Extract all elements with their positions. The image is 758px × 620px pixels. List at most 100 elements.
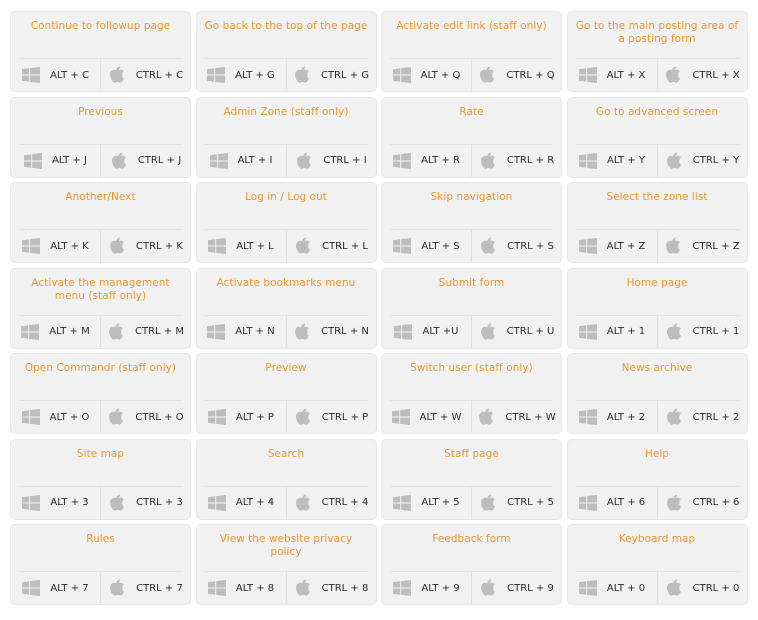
mac-shortcut: CTRL + P (285, 401, 376, 433)
shortcut-title: Feedback form (432, 533, 511, 545)
shortcut-card: Previous ALT + J CTRL + J (10, 96, 191, 178)
shortcut-card: Switch user (staff only) ALT + W CTRL + … (381, 353, 562, 434)
windows-icon (22, 494, 41, 512)
windows-key-combo: ALT + L (236, 240, 274, 252)
mac-key-combo: CTRL + P (321, 411, 369, 423)
windows-key-combo: ALT + 7 (50, 582, 89, 594)
windows-shortcut: ALT + 3 (11, 487, 100, 519)
apple-icon (108, 66, 126, 84)
windows-icon (207, 579, 226, 597)
windows-shortcut: ALT + 5 (382, 487, 471, 519)
windows-shortcut: ALT + N (197, 316, 286, 348)
mac-shortcut: CTRL + O (100, 401, 190, 433)
mac-key-combo: CTRL + 2 (692, 411, 740, 423)
mac-key-combo: CTRL + N (321, 326, 369, 337)
mac-shortcut: CTRL + M (100, 315, 190, 348)
windows-icon (21, 408, 40, 426)
mac-key-combo: CTRL + C (135, 69, 184, 81)
apple-icon (108, 237, 126, 255)
shortcut-keys: ALT + Z CTRL + Z (568, 230, 747, 262)
shortcut-keys: ALT + C CTRL + C (11, 59, 190, 91)
windows-shortcut: ALT + Q (382, 59, 471, 91)
apple-icon (479, 151, 497, 170)
apple-icon (665, 151, 683, 170)
shortcut-keys: ALT + M CTRL + M (11, 315, 190, 348)
shortcut-card: Activate the management menu (staff only… (10, 267, 191, 349)
apple-icon (294, 493, 312, 512)
mac-shortcut: CTRL + Q (471, 59, 561, 91)
windows-key-combo: ALT + 3 (50, 497, 89, 508)
windows-icon (207, 323, 226, 341)
windows-shortcut: ALT + 2 (568, 401, 657, 433)
shortcut-title: Go to advanced screen (595, 105, 719, 118)
mac-key-combo: CTRL + M (135, 326, 184, 337)
shortcut-title: Log in / Log out (245, 191, 327, 203)
windows-key-combo: ALT + W (419, 411, 462, 423)
windows-icon (207, 66, 226, 84)
windows-key-combo: ALT + P (236, 411, 274, 423)
mac-shortcut: CTRL + Z (656, 230, 747, 262)
apple-icon (108, 579, 126, 597)
shortcut-title: Switch user (staff only) (410, 362, 533, 374)
apple-icon (293, 322, 311, 341)
mac-key-combo: CTRL + 8 (321, 582, 369, 594)
windows-icon (208, 408, 227, 426)
windows-key-combo: ALT + K (50, 240, 89, 252)
windows-icon (24, 152, 43, 170)
windows-key-combo: ALT +U (422, 326, 459, 337)
shortcut-title: Skip navigation (430, 191, 513, 203)
shortcut-keys: ALT +U CTRL + U (382, 315, 561, 348)
shortcut-card: Admin Zone (staff only) ALT + I CTRL + I (195, 96, 377, 178)
shortcut-keys: ALT + 5 CTRL + 5 (382, 486, 561, 519)
mac-shortcut: CTRL + S (471, 230, 561, 262)
windows-icon (394, 323, 413, 341)
mac-key-combo: CTRL + R (506, 155, 555, 166)
shortcut-keys: ALT + Q CTRL + Q (382, 59, 561, 91)
shortcut-title: Rules (86, 533, 115, 545)
windows-icon (208, 237, 227, 255)
apple-icon (295, 151, 313, 170)
shortcut-card: Help ALT + 6 CTRL + 6 (566, 438, 748, 520)
shortcut-title: Preview (265, 362, 307, 374)
windows-key-combo: ALT + 1 (606, 326, 646, 337)
mac-shortcut: CTRL + 1 (656, 315, 747, 348)
windows-shortcut: ALT + P (197, 401, 286, 433)
apple-icon (665, 579, 683, 597)
shortcut-keys: ALT + 9 CTRL + 9 (382, 572, 561, 604)
apple-icon (479, 493, 497, 512)
mac-key-combo: CTRL + I (323, 155, 367, 166)
shortcut-keys: ALT + Y CTRL + Y (568, 144, 747, 177)
windows-key-combo: ALT + G (235, 69, 275, 81)
shortcut-keys: ALT + K CTRL + K (11, 230, 190, 262)
shortcut-keys: ALT + R CTRL + R (382, 144, 561, 177)
apple-icon (108, 493, 126, 512)
mac-shortcut: CTRL + N (285, 315, 376, 348)
shortcut-card: Staff page ALT + 5 CTRL + 5 (381, 438, 562, 520)
windows-icon (22, 237, 41, 255)
mac-shortcut: CTRL + G (285, 59, 376, 91)
shortcut-keys: ALT + 6 CTRL + 6 (568, 486, 747, 519)
shortcut-title: Site map (76, 447, 125, 460)
mac-key-combo: CTRL + 3 (136, 497, 183, 508)
windows-icon (393, 579, 412, 597)
windows-icon (21, 323, 40, 341)
shortcut-title: Previous (78, 105, 123, 118)
shortcut-title: Activate edit link (staff only) (396, 20, 547, 32)
apple-icon (294, 237, 312, 255)
mac-shortcut: CTRL + J (100, 144, 190, 177)
shortcut-card: Skip navigation ALT + S CTRL + S (381, 182, 562, 263)
windows-shortcut: ALT + I (197, 145, 286, 177)
apple-icon (665, 322, 683, 341)
mac-key-combo: CTRL + 0 (692, 582, 740, 594)
shortcut-title: News archive (621, 362, 693, 374)
mac-shortcut: CTRL + X (656, 59, 747, 91)
mac-key-combo: CTRL + J (137, 155, 182, 166)
windows-icon (578, 408, 597, 426)
mac-key-combo: CTRL + X (692, 69, 740, 81)
shortcut-card: Rules ALT + 7 CTRL + 7 (10, 524, 191, 605)
mac-shortcut: CTRL + W (471, 401, 561, 433)
windows-shortcut: ALT + W (382, 401, 471, 433)
shortcut-keys: ALT + 1 CTRL + 1 (568, 315, 747, 348)
mac-shortcut: CTRL + 7 (100, 572, 190, 604)
shortcut-title: Activate the management menu (staff only… (31, 276, 170, 302)
